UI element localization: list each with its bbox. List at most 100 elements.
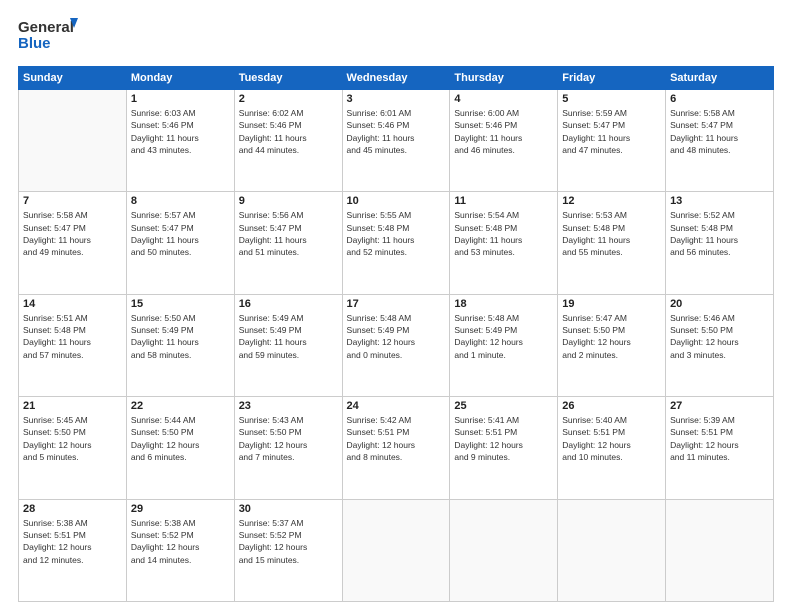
day-number: 18 [454,298,553,310]
day-number: 5 [562,93,661,105]
day-number: 4 [454,93,553,105]
calendar-cell: 18 Sunrise: 5:48 AM Sunset: 5:49 PM Dayli… [450,294,558,396]
header: General Blue [18,14,774,58]
weekday-header-friday: Friday [558,67,666,90]
calendar-cell: 23Sunrise: 5:43 AM Sunset: 5:50 PM Dayli… [234,397,342,499]
day-number: 11 [454,195,553,207]
calendar-week-row: 7 Sunrise: 5:58 AM Sunset: 5:47 PM Daylig… [19,192,774,294]
day-number: 30 [239,503,338,515]
day-info: Sunrise: 6:02 AM Sunset: 5:46 PM Dayligh… [239,107,338,156]
calendar-week-row: 14Sunrise: 5:51 AM Sunset: 5:48 PM Dayli… [19,294,774,396]
calendar-cell [342,499,450,601]
day-info: Sunrise: 5:58 AM Sunset: 5:47 PM Dayligh… [23,209,122,258]
day-number: 29 [131,503,230,515]
calendar-cell: 1 Sunrise: 6:03 AM Sunset: 5:46 PM Daylig… [126,90,234,192]
calendar-cell: 20 Sunrise: 5:46 AM Sunset: 5:50 PM Dayli… [666,294,774,396]
day-number: 25 [454,400,553,412]
day-number: 2 [239,93,338,105]
day-info: Sunrise: 5:53 AM Sunset: 5:48 PM Dayligh… [562,209,661,258]
calendar-cell: 24 Sunrise: 5:42 AM Sunset: 5:51 PM Dayli… [342,397,450,499]
calendar-cell: 13 Sunrise: 5:52 AM Sunset: 5:48 PM Dayli… [666,192,774,294]
calendar-table: SundayMondayTuesdayWednesdayThursdayFrid… [18,66,774,602]
day-number: 28 [23,503,122,515]
day-info: Sunrise: 5:40 AM Sunset: 5:51 PM Dayligh… [562,414,661,463]
calendar-cell: 16Sunrise: 5:49 AM Sunset: 5:49 PM Dayli… [234,294,342,396]
calendar-cell: 11 Sunrise: 5:54 AM Sunset: 5:48 PM Dayli… [450,192,558,294]
calendar-week-row: 21 Sunrise: 5:45 AM Sunset: 5:50 PM Dayli… [19,397,774,499]
day-info: Sunrise: 6:03 AM Sunset: 5:46 PM Dayligh… [131,107,230,156]
calendar-cell: 8 Sunrise: 5:57 AM Sunset: 5:47 PM Daylig… [126,192,234,294]
calendar-cell: 28 Sunrise: 5:38 AM Sunset: 5:51 PM Dayli… [19,499,127,601]
weekday-header-thursday: Thursday [450,67,558,90]
day-info: Sunrise: 5:56 AM Sunset: 5:47 PM Dayligh… [239,209,338,258]
day-number: 24 [347,400,446,412]
day-info: Sunrise: 5:48 AM Sunset: 5:49 PM Dayligh… [454,312,553,361]
day-number: 26 [562,400,661,412]
calendar-cell: 19Sunrise: 5:47 AM Sunset: 5:50 PM Dayli… [558,294,666,396]
day-number: 23 [239,400,338,412]
day-info: Sunrise: 5:57 AM Sunset: 5:47 PM Dayligh… [131,209,230,258]
calendar-cell: 25 Sunrise: 5:41 AM Sunset: 5:51 PM Dayli… [450,397,558,499]
day-info: Sunrise: 5:49 AM Sunset: 5:49 PM Dayligh… [239,312,338,361]
calendar-cell: 17Sunrise: 5:48 AM Sunset: 5:49 PM Dayli… [342,294,450,396]
calendar-week-row: 1 Sunrise: 6:03 AM Sunset: 5:46 PM Daylig… [19,90,774,192]
calendar-cell: 21 Sunrise: 5:45 AM Sunset: 5:50 PM Dayli… [19,397,127,499]
day-info: Sunrise: 5:42 AM Sunset: 5:51 PM Dayligh… [347,414,446,463]
calendar-cell: 22 Sunrise: 5:44 AM Sunset: 5:50 PM Dayli… [126,397,234,499]
day-info: Sunrise: 5:54 AM Sunset: 5:48 PM Dayligh… [454,209,553,258]
day-info: Sunrise: 5:41 AM Sunset: 5:51 PM Dayligh… [454,414,553,463]
day-info: Sunrise: 6:00 AM Sunset: 5:46 PM Dayligh… [454,107,553,156]
day-number: 19 [562,298,661,310]
weekday-header-saturday: Saturday [666,67,774,90]
calendar-cell: 3 Sunrise: 6:01 AM Sunset: 5:46 PM Daylig… [342,90,450,192]
day-number: 10 [347,195,446,207]
weekday-header-monday: Monday [126,67,234,90]
day-info: Sunrise: 5:50 AM Sunset: 5:49 PM Dayligh… [131,312,230,361]
day-number: 3 [347,93,446,105]
day-info: Sunrise: 5:46 AM Sunset: 5:50 PM Dayligh… [670,312,769,361]
calendar-cell [450,499,558,601]
day-number: 7 [23,195,122,207]
day-number: 6 [670,93,769,105]
calendar-cell: 27 Sunrise: 5:39 AM Sunset: 5:51 PM Dayli… [666,397,774,499]
day-info: Sunrise: 5:48 AM Sunset: 5:49 PM Dayligh… [347,312,446,361]
day-number: 20 [670,298,769,310]
calendar-cell: 2 Sunrise: 6:02 AM Sunset: 5:46 PM Daylig… [234,90,342,192]
day-info: Sunrise: 6:01 AM Sunset: 5:46 PM Dayligh… [347,107,446,156]
day-number: 21 [23,400,122,412]
svg-text:General: General [18,19,74,36]
day-info: Sunrise: 5:52 AM Sunset: 5:48 PM Dayligh… [670,209,769,258]
weekday-header-sunday: Sunday [19,67,127,90]
day-info: Sunrise: 5:59 AM Sunset: 5:47 PM Dayligh… [562,107,661,156]
day-number: 1 [131,93,230,105]
weekday-header-row: SundayMondayTuesdayWednesdayThursdayFrid… [19,67,774,90]
day-number: 8 [131,195,230,207]
day-number: 13 [670,195,769,207]
weekday-header-wednesday: Wednesday [342,67,450,90]
calendar-cell [19,90,127,192]
day-info: Sunrise: 5:58 AM Sunset: 5:47 PM Dayligh… [670,107,769,156]
day-info: Sunrise: 5:44 AM Sunset: 5:50 PM Dayligh… [131,414,230,463]
page: General Blue SundayMondayTuesdayWednesda… [0,0,792,612]
calendar-cell: 6 Sunrise: 5:58 AM Sunset: 5:47 PM Daylig… [666,90,774,192]
svg-text:Blue: Blue [18,35,51,52]
day-number: 12 [562,195,661,207]
calendar-cell: 9Sunrise: 5:56 AM Sunset: 5:47 PM Daylig… [234,192,342,294]
day-info: Sunrise: 5:45 AM Sunset: 5:50 PM Dayligh… [23,414,122,463]
weekday-header-tuesday: Tuesday [234,67,342,90]
day-info: Sunrise: 5:39 AM Sunset: 5:51 PM Dayligh… [670,414,769,463]
calendar-cell: 5 Sunrise: 5:59 AM Sunset: 5:47 PM Daylig… [558,90,666,192]
day-number: 22 [131,400,230,412]
calendar-cell: 15 Sunrise: 5:50 AM Sunset: 5:49 PM Dayli… [126,294,234,396]
day-number: 14 [23,298,122,310]
logo-svg: General Blue [18,14,78,58]
day-info: Sunrise: 5:55 AM Sunset: 5:48 PM Dayligh… [347,209,446,258]
day-number: 15 [131,298,230,310]
day-number: 27 [670,400,769,412]
calendar-cell: 7 Sunrise: 5:58 AM Sunset: 5:47 PM Daylig… [19,192,127,294]
day-info: Sunrise: 5:38 AM Sunset: 5:51 PM Dayligh… [23,517,122,566]
calendar-week-row: 28 Sunrise: 5:38 AM Sunset: 5:51 PM Dayli… [19,499,774,601]
day-info: Sunrise: 5:37 AM Sunset: 5:52 PM Dayligh… [239,517,338,566]
calendar-cell: 29Sunrise: 5:38 AM Sunset: 5:52 PM Dayli… [126,499,234,601]
calendar-cell: 12 Sunrise: 5:53 AM Sunset: 5:48 PM Dayli… [558,192,666,294]
